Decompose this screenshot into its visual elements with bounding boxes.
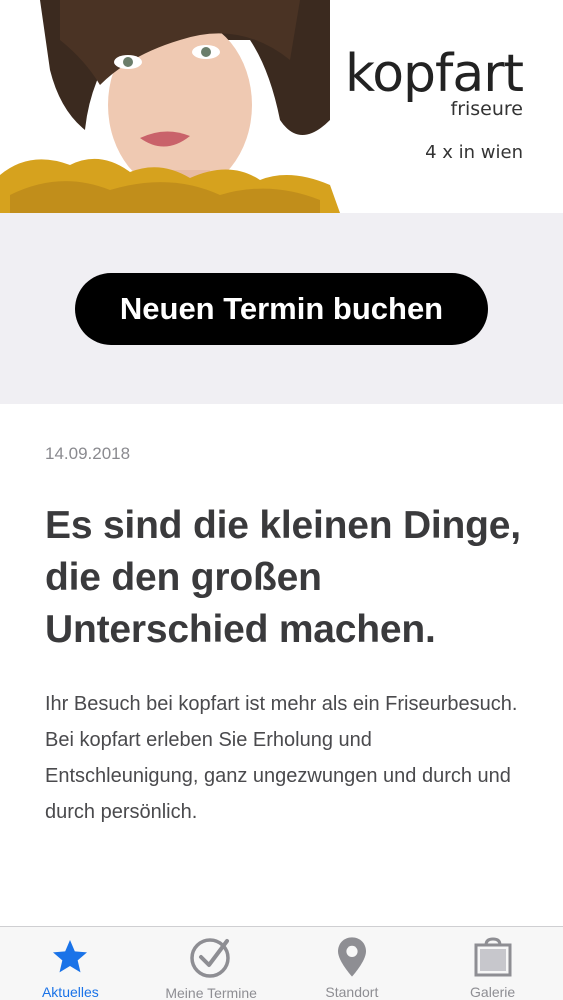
app-screen: kopfart friseure 4 x in wien Neuen Termi… [0, 0, 563, 1000]
tab-label: Aktuelles [41, 984, 99, 1000]
location-pin-icon [330, 935, 374, 978]
tab-bar: Aktuelles Meine Termine Standort Galerie [0, 926, 563, 1000]
brand-block: kopfart friseure 4 x in wien [344, 44, 524, 163]
tab-label: Galerie [470, 984, 516, 1000]
tab-label: Meine Termine [165, 985, 257, 1000]
brand-tagline: 4 x in wien [425, 142, 523, 163]
brand-logo-text: kopfart [344, 44, 524, 104]
tab-standort[interactable]: Standort [282, 927, 423, 1000]
book-appointment-button[interactable]: Neuen Termin buchen [75, 273, 488, 345]
header-banner: kopfart friseure 4 x in wien [0, 0, 563, 213]
gallery-bag-icon [471, 935, 515, 978]
tab-label: Standort [325, 984, 379, 1000]
tab-galerie[interactable]: Galerie [422, 927, 563, 1000]
tab-meine-termine[interactable]: Meine Termine [141, 927, 282, 1000]
article-headline: Es sind die kleinen Dinge, die den große… [45, 504, 521, 651]
news-article: 14.09.2018 Es sind die kleinen Dinge, di… [45, 404, 525, 830]
check-circle-icon [189, 935, 233, 979]
article-date: 14.09.2018 [45, 444, 131, 463]
hero-photo [0, 0, 340, 213]
star-icon [48, 935, 92, 978]
cta-section: Neuen Termin buchen [0, 213, 563, 404]
article-body: Ihr Besuch bei kopfart ist mehr als ein … [45, 693, 518, 823]
tab-aktuelles[interactable]: Aktuelles [0, 927, 141, 1000]
